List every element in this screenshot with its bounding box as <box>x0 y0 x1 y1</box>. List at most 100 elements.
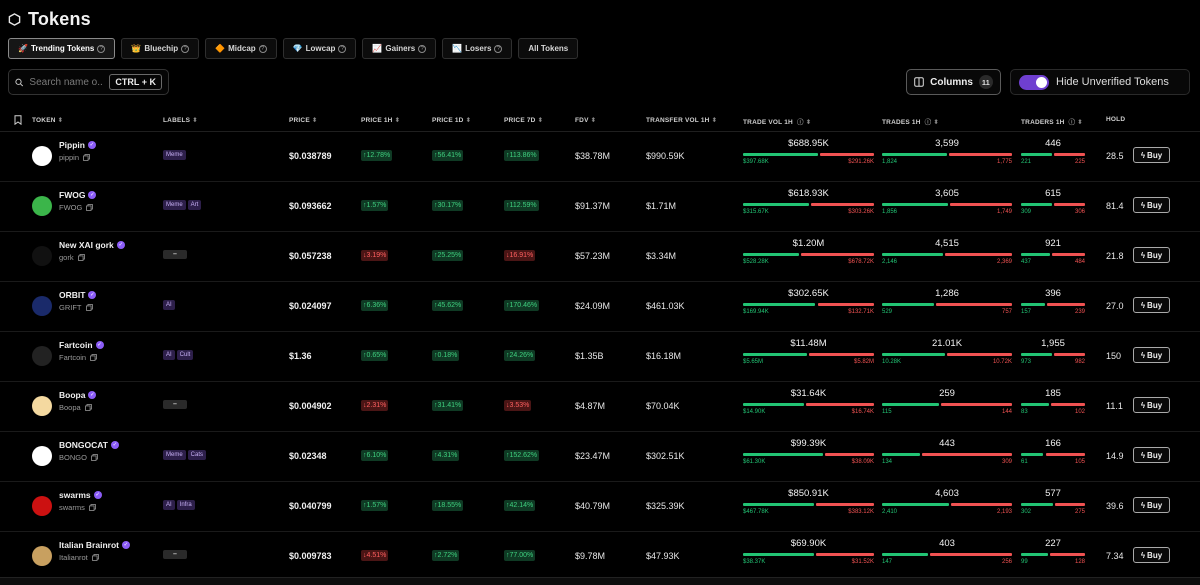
search-icon <box>15 78 24 86</box>
label-tag[interactable]: Art <box>187 200 202 210</box>
hide-unverified-toggle[interactable] <box>1019 74 1049 90</box>
label-tag[interactable]: Cats <box>187 450 207 460</box>
label-tag[interactable]: Meme <box>163 150 186 160</box>
sort-icon[interactable]: ⬍ <box>466 117 472 124</box>
column-header-traders-1h[interactable]: TRADERS 1H ⓘ ⬍ <box>1021 116 1083 126</box>
column-header-price-7d[interactable]: PRICE 7D ⬍ <box>504 116 543 124</box>
help-icon[interactable]: ? <box>97 44 106 53</box>
table-row[interactable]: Fartcoin ✓ Fartcoin AI Cult $1.36 ↑0.65% ↑0.18%… <box>0 332 1200 382</box>
token-name-text: swarms <box>59 490 91 500</box>
sort-icon[interactable]: ⬍ <box>538 117 544 124</box>
column-header-trade-vol-1h[interactable]: TRADE VOL 1H ⓘ ⬍ <box>743 116 811 126</box>
buy-button[interactable]: ϟ Buy <box>1133 197 1170 213</box>
label-tag[interactable]: Meme <box>163 200 186 210</box>
label-tag[interactable]: AI <box>163 500 175 510</box>
column-header-price[interactable]: PRICE ⬍ <box>289 116 318 124</box>
table-row[interactable]: swarms ✓ swarms AI Infra $0.040799 ↑1.57% ↑18.5… <box>0 482 1200 532</box>
token-name[interactable]: Boopa ✓ <box>59 390 97 400</box>
tab-all-tokens[interactable]: All Tokens <box>518 38 579 59</box>
label-tag[interactable]: Meme <box>163 450 186 460</box>
table-row[interactable]: Pippin ✓ pippin Meme $0.038789 ↑12.78% ↑56.41%… <box>0 132 1200 182</box>
token-price: $1.36 <box>289 351 312 361</box>
token-name[interactable]: Fartcoin ✓ <box>59 340 104 350</box>
help-icon[interactable]: ? <box>181 44 190 53</box>
table-row[interactable]: ORBIT ✓ GRIFT AI $0.024097 ↑6.36% ↑45.62% ↑170.… <box>0 282 1200 332</box>
help-icon[interactable]: ? <box>494 44 503 53</box>
tab-lowcap[interactable]: 💎 Lowcap? <box>282 38 357 59</box>
columns-button[interactable]: Columns 11 <box>906 69 1001 95</box>
buy-label: Buy <box>1147 450 1163 460</box>
sort-icon[interactable]: ⬍ <box>192 117 198 124</box>
token-name[interactable]: Pippin ✓ <box>59 140 96 150</box>
search-box[interactable]: CTRL + K <box>8 69 169 95</box>
buy-button[interactable]: ϟ Buy <box>1133 147 1170 163</box>
help-icon[interactable]: ? <box>418 44 427 53</box>
table-row[interactable]: Boopa ✓ Boopa – $0.004902 ↓2.31% ↑31.41% ↓3.53%… <box>0 382 1200 432</box>
sort-icon[interactable]: ⬍ <box>712 117 718 124</box>
copy-icon[interactable] <box>91 554 99 561</box>
label-tag[interactable]: Cult <box>176 350 194 360</box>
token-name[interactable]: Italian Brainrot ✓ <box>59 540 130 550</box>
tab-losers[interactable]: 📉 Losers? <box>442 38 513 59</box>
sort-icon[interactable]: ⬍ <box>1077 119 1083 126</box>
sort-icon[interactable]: ⬍ <box>933 119 939 126</box>
tab-bluechip[interactable]: 👑 Bluechip? <box>121 38 200 59</box>
tab-trending-tokens[interactable]: 🚀 Trending Tokens? <box>8 38 116 59</box>
column-header-trades-1h[interactable]: TRADES 1H ⓘ ⬍ <box>882 116 939 126</box>
help-icon[interactable]: ⓘ <box>795 119 804 126</box>
table-row[interactable]: New XAI gork ✓ gork – $0.057238 ↓3.19% ↑25.25%… <box>0 232 1200 282</box>
search-input[interactable] <box>29 76 104 88</box>
buy-button[interactable]: ϟ Buy <box>1133 397 1170 413</box>
traders-cell: 446 221 225 <box>1021 138 1085 172</box>
column-header-labels[interactable]: LABELS ⬍ <box>163 116 198 124</box>
help-icon[interactable]: ? <box>338 44 347 53</box>
copy-icon[interactable] <box>86 204 94 211</box>
buy-button[interactable]: ϟ Buy <box>1133 497 1170 513</box>
help-icon[interactable]: ⓘ <box>923 119 932 126</box>
tab-gainers[interactable]: 📈 Gainers? <box>362 38 437 59</box>
sort-icon[interactable]: ⬍ <box>591 117 597 124</box>
buy-button[interactable]: ϟ Buy <box>1133 447 1170 463</box>
buy-bar <box>882 153 947 156</box>
copy-icon[interactable] <box>88 504 96 511</box>
token-name[interactable]: swarms ✓ <box>59 490 102 500</box>
sort-icon[interactable]: ⬍ <box>395 117 401 124</box>
buy-button[interactable]: ϟ Buy <box>1133 347 1170 363</box>
token-labels: – <box>163 250 187 259</box>
table-row[interactable]: BONGOCAT ✓ BONGO Meme Cats $0.02348 ↑6.10% ↑4.3… <box>0 432 1200 482</box>
buy-button[interactable]: ϟ Buy <box>1133 547 1170 563</box>
token-name[interactable]: FWOG ✓ <box>59 190 97 200</box>
bookmark-icon[interactable] <box>14 115 22 125</box>
label-tag[interactable]: AI <box>163 350 175 360</box>
help-icon[interactable]: ⓘ <box>1067 119 1076 126</box>
token-name[interactable]: New XAI gork ✓ <box>59 240 125 250</box>
transfer-vol-value: $1.71M <box>646 201 677 211</box>
copy-icon[interactable] <box>84 404 92 411</box>
copy-icon[interactable] <box>85 304 93 311</box>
column-header-hold[interactable]: HOLD <box>1106 116 1125 123</box>
column-header-price-1d[interactable]: PRICE 1D ⬍ <box>432 116 471 124</box>
tab-midcap[interactable]: 🔶 Midcap? <box>205 38 277 59</box>
token-name[interactable]: BONGOCAT ✓ <box>59 440 119 450</box>
copy-icon[interactable] <box>90 354 97 361</box>
table-row[interactable]: Italian Brainrot ✓ Italianrot – $0.009783 ↓4.… <box>0 532 1200 582</box>
tab-emoji-icon: 👑 <box>131 44 142 53</box>
help-icon[interactable]: ? <box>258 44 267 53</box>
column-header-token[interactable]: TOKEN ⬍ <box>32 116 63 124</box>
table-row[interactable]: FWOG ✓ FWOG Meme Art $0.093662 ↑1.57% ↑30.17% ↑1… <box>0 182 1200 232</box>
copy-icon[interactable] <box>91 454 98 461</box>
sort-icon[interactable]: ⬍ <box>58 117 64 124</box>
label-tag[interactable]: Infra <box>176 500 195 510</box>
copy-icon[interactable] <box>77 254 85 261</box>
column-header-price-1h[interactable]: PRICE 1H ⬍ <box>361 116 400 124</box>
column-header-transfer-vol-1h[interactable]: TRANSFER VOL 1H ⬍ <box>646 116 717 124</box>
copy-icon[interactable] <box>83 154 90 161</box>
column-header-fdv[interactable]: FDV ⬍ <box>575 116 596 124</box>
buy-button[interactable]: ϟ Buy <box>1133 297 1170 313</box>
token-name[interactable]: ORBIT ✓ <box>59 290 97 300</box>
sort-icon[interactable]: ⬍ <box>312 117 318 124</box>
label-tag[interactable]: AI <box>163 300 175 310</box>
buy-bar <box>1021 303 1046 306</box>
sort-icon[interactable]: ⬍ <box>806 119 812 126</box>
buy-button[interactable]: ϟ Buy <box>1133 247 1170 263</box>
